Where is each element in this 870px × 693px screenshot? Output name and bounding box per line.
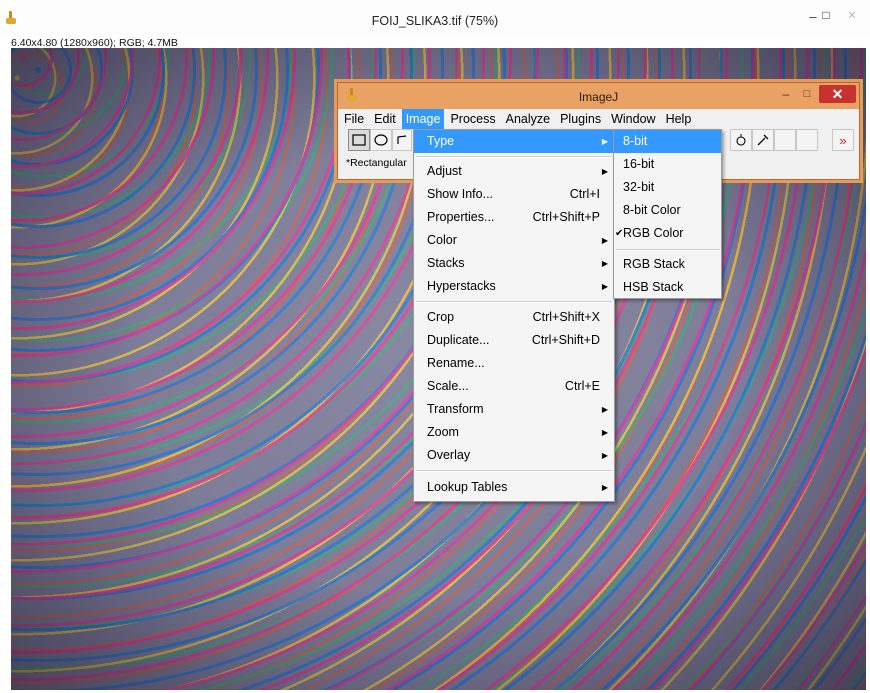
menu-item-lookup-tables[interactable]: Lookup Tables ▶ [414,476,614,499]
dropper-tool-icon[interactable] [752,129,774,151]
menu-file[interactable]: File [340,109,368,129]
submenu-arrow-icon: ▶ [601,282,608,291]
submenu-arrow-icon: ▶ [601,428,608,437]
menu-item-crop[interactable]: Crop Ctrl+Shift+X [414,306,614,329]
imagej-status-text: *Rectangular [346,157,407,169]
imagej-titlebar[interactable]: ImageJ – □ ✕ [338,83,859,109]
submenu-item-hsb-stack[interactable]: HSB Stack [614,276,721,299]
hand-tool-icon[interactable] [730,129,752,151]
submenu-item-16-bit[interactable]: 16-bit [614,153,721,176]
menu-item-color[interactable]: Color ▶ [414,229,614,252]
more-tools-icon[interactable]: » [832,129,854,151]
submenu-item-8-bit-color[interactable]: 8-bit Color [614,199,721,222]
image-maximize-button[interactable]: □ [813,5,839,25]
oval-tool-icon[interactable] [370,129,392,151]
menu-item-zoom[interactable]: Zoom ▶ [414,421,614,444]
menu-item-rename[interactable]: Rename... [414,352,614,375]
submenu-item-32-bit[interactable]: 32-bit [614,176,721,199]
imagej-close-button[interactable]: ✕ [819,85,856,103]
menu-item-type[interactable]: Type ▶ [414,130,614,153]
submenu-item-rgb-color[interactable]: ✔ RGB Color [614,222,721,245]
menu-item-transform[interactable]: Transform ▶ [414,398,614,421]
rectangle-tool-icon[interactable] [348,129,370,151]
submenu-arrow-icon: ▶ [601,236,608,245]
menu-help[interactable]: Help [662,109,696,129]
menu-analyze[interactable]: Analyze [502,109,554,129]
empty-tool-slot[interactable] [796,129,818,151]
empty-tool-slot[interactable] [774,129,796,151]
submenu-arrow-icon: ▶ [601,451,608,460]
type-submenu: 8-bit 16-bit 32-bit 8-bit Color ✔ RGB Co… [613,129,722,299]
submenu-arrow-icon: ▶ [601,137,608,146]
submenu-arrow-icon: ▶ [601,405,608,414]
menu-separator [616,249,720,251]
menu-item-scale[interactable]: Scale... Ctrl+E [414,375,614,398]
imagej-minimize-button[interactable]: – [776,85,796,103]
imagej-maximize-button[interactable]: □ [796,85,818,103]
image-close-button[interactable]: ✕ [838,5,866,25]
submenu-item-8-bit[interactable]: 8-bit [614,130,721,153]
menu-item-overlay[interactable]: Overlay ▶ [414,444,614,467]
image-menu-dropdown: Type ▶ Adjust ▶ Show Info... Ctrl+I Prop… [413,129,615,502]
menu-edit[interactable]: Edit [370,109,400,129]
menu-separator [416,156,612,158]
imagej-menubar: File Edit Image Process Analyze Plugins … [338,109,859,129]
menu-image[interactable]: Image [401,109,445,129]
menu-item-adjust[interactable]: Adjust ▶ [414,160,614,183]
menu-window[interactable]: Window [607,109,659,129]
submenu-arrow-icon: ▶ [601,167,608,176]
image-window-titlebar[interactable]: FOIJ_SLIKA3.tif (75%) – □ ✕ [0,0,870,36]
polygon-tool-icon[interactable] [392,129,412,151]
submenu-arrow-icon: ▶ [601,483,608,492]
menu-item-duplicate[interactable]: Duplicate... Ctrl+Shift+D [414,329,614,352]
menu-separator [416,470,612,472]
menu-item-hyperstacks[interactable]: Hyperstacks ▶ [414,275,614,298]
menu-item-show-info[interactable]: Show Info... Ctrl+I [414,183,614,206]
image-window-title: FOIJ_SLIKA3.tif (75%) [371,14,499,28]
submenu-arrow-icon: ▶ [601,259,608,268]
menu-plugins[interactable]: Plugins [556,109,605,129]
menu-separator [416,301,612,303]
submenu-item-rgb-stack[interactable]: RGB Stack [614,253,721,276]
menu-process[interactable]: Process [446,109,499,129]
menu-item-properties[interactable]: Properties... Ctrl+Shift+P [414,206,614,229]
menu-item-stacks[interactable]: Stacks ▶ [414,252,614,275]
